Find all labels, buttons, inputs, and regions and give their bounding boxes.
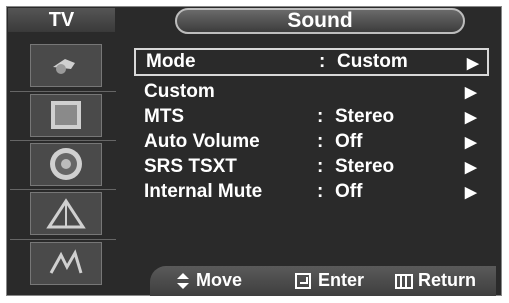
osd-screen: TV Sound Mode: Custom ▶ Custom ▶ MTS: … [0, 0, 509, 303]
enter-hint: Enter [318, 270, 365, 290]
menu-item-label: SRS TSXT [144, 156, 237, 177]
menu-item-custom[interactable]: Custom ▶ [134, 81, 489, 103]
return-hint: Return [418, 270, 476, 290]
menu-item-auto-volume[interactable]: Auto Volume : Off ▶ [134, 131, 489, 153]
channel-icon[interactable] [30, 192, 102, 235]
menu-item-value: Stereo [335, 156, 395, 177]
sidebar-divider [10, 140, 116, 141]
menu-item-srs-tsxt[interactable]: SRS TSXT : Stereo ▶ [134, 156, 489, 178]
arrow-right-icon: ▶ [467, 55, 479, 72]
menu-item-label: Mode [146, 51, 196, 72]
menu-item-label: Internal Mute [144, 181, 263, 202]
arrow-right-icon: ▶ [465, 184, 477, 201]
menu-item-value: Off [335, 181, 363, 202]
menu-title: Sound [175, 8, 465, 34]
sidebar-divider [10, 91, 116, 92]
footer-bar: Move Enter Return [150, 266, 496, 296]
menu-item-colon: : [317, 181, 324, 202]
menu-item-label: Auto Volume [144, 131, 260, 152]
menu-item-value: Off [335, 131, 363, 152]
menu-item-colon: : [317, 156, 324, 177]
menu-item-internal-mute[interactable]: Internal Mute : Off ▶ [134, 181, 489, 203]
enter-icon [295, 273, 311, 289]
sound-icon[interactable] [30, 143, 102, 186]
menu-list: Mode : Custom ▶ Custom ▶ MTS : Stereo ▶ … [122, 36, 498, 266]
menu-item-value: Stereo [335, 106, 395, 127]
arrow-right-icon: ▶ [465, 159, 477, 176]
move-icon [177, 273, 189, 289]
arrow-right-icon: ▶ [465, 84, 477, 101]
move-hint: Move [196, 270, 243, 290]
menu-item-mode[interactable]: Mode : Custom ▶ [134, 48, 489, 76]
arrow-right-icon: ▶ [465, 134, 477, 151]
picture-icon[interactable] [30, 94, 102, 137]
input-icon[interactable] [30, 44, 102, 87]
sidebar-divider [10, 189, 116, 190]
return-icon [395, 274, 413, 289]
setup-icon[interactable] [30, 242, 102, 285]
menu-item-colon: : [319, 51, 326, 72]
menu-item-label: MTS [144, 106, 185, 127]
menu-item-value: Custom [337, 51, 408, 72]
arrow-right-icon: ▶ [465, 109, 477, 126]
sidebar [10, 36, 116, 296]
menu-item-colon: : [317, 106, 324, 127]
sidebar-divider [10, 239, 116, 240]
menu-item-label: Custom [144, 81, 215, 102]
menu-item-mts[interactable]: MTS : Stereo ▶ [134, 106, 489, 128]
tv-tab[interactable]: TV [8, 8, 115, 32]
menu-item-colon: : [317, 131, 324, 152]
